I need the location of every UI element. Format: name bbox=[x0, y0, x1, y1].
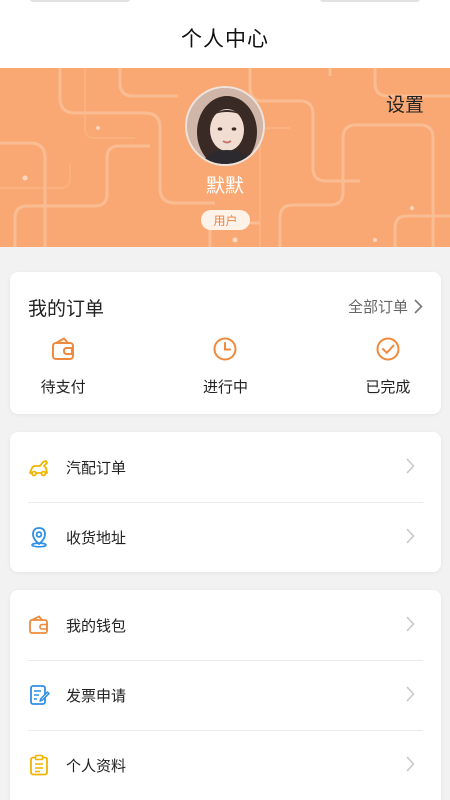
order-status-label: 待支付 bbox=[40, 378, 86, 396]
wallet-icon bbox=[28, 614, 50, 636]
clock-icon bbox=[213, 337, 237, 361]
menu-item-label: 收货地址 bbox=[66, 528, 127, 547]
menu-item-label: 汽配订单 bbox=[66, 458, 127, 477]
invoice-edit-icon bbox=[28, 684, 50, 706]
orders-card: 我的订单 全部订单 待支付 进行中 已完成 bbox=[10, 272, 441, 414]
menu-item-parts-orders[interactable]: 汽配订单 bbox=[10, 432, 441, 502]
profile-banner: 设置 默默 用户 bbox=[0, 68, 450, 247]
chevron-right-icon bbox=[414, 299, 423, 314]
menu-item-label: 我的钱包 bbox=[66, 616, 127, 635]
status-bar-right bbox=[320, 0, 420, 2]
settings-link[interactable]: 设置 bbox=[386, 90, 424, 117]
chevron-right-icon bbox=[406, 528, 415, 544]
status-bar bbox=[0, 0, 450, 8]
menu-item-label: 发票申请 bbox=[66, 686, 127, 705]
title-bar: 个人中心 bbox=[0, 8, 450, 68]
order-status-pending-payment[interactable]: 待支付 bbox=[0, 334, 144, 397]
chevron-right-icon bbox=[406, 458, 415, 474]
car-icon bbox=[28, 456, 50, 478]
all-orders-link[interactable]: 全部订单 bbox=[348, 296, 423, 317]
location-icon bbox=[28, 526, 50, 548]
wallet-icon bbox=[52, 337, 75, 360]
menu-card-services: 汽配订单 收货地址 bbox=[10, 432, 441, 572]
status-bar-left bbox=[30, 0, 130, 2]
username: 默默 bbox=[205, 175, 244, 197]
role-badge: 用户 bbox=[201, 210, 250, 230]
order-status-label: 已完成 bbox=[365, 378, 411, 396]
order-status-label: 进行中 bbox=[202, 378, 248, 396]
chevron-right-icon bbox=[406, 686, 415, 702]
clipboard-icon bbox=[28, 754, 50, 776]
menu-item-invoice-request[interactable]: 发票申请 bbox=[10, 660, 441, 730]
page-title: 个人中心 bbox=[181, 27, 269, 51]
order-status-in-progress[interactable]: 进行中 bbox=[144, 334, 306, 397]
order-status-completed[interactable]: 已完成 bbox=[307, 334, 450, 397]
avatar[interactable] bbox=[185, 86, 265, 166]
menu-item-label: 个人资料 bbox=[66, 756, 127, 775]
chevron-right-icon bbox=[406, 756, 415, 772]
menu-item-personal-info[interactable]: 个人资料 bbox=[10, 730, 441, 800]
orders-title: 我的订单 bbox=[28, 298, 105, 320]
menu-item-my-wallet[interactable]: 我的钱包 bbox=[10, 590, 441, 660]
all-orders-label: 全部订单 bbox=[347, 298, 408, 316]
menu-card-account: 我的钱包 发票申请 个人资料 bbox=[10, 590, 441, 800]
menu-item-shipping-address[interactable]: 收货地址 bbox=[10, 502, 441, 572]
check-circle-icon bbox=[376, 337, 400, 361]
chevron-right-icon bbox=[406, 616, 415, 632]
